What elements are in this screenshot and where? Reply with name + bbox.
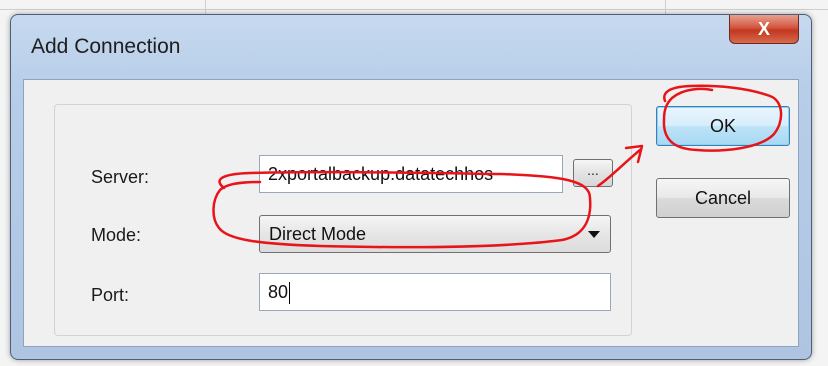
add-connection-dialog: Add Connection X Server: 2xportalbackup.…	[10, 14, 812, 360]
browse-server-button[interactable]: ...	[573, 159, 613, 187]
mode-select[interactable]: Direct Mode	[259, 215, 611, 253]
server-label: Server:	[91, 167, 150, 187]
server-input[interactable]: 2xportalbackup.datatechhos	[259, 155, 563, 193]
port-input[interactable]: 80	[259, 273, 611, 311]
port-input-value: 80	[268, 282, 289, 302]
port-label: Port:	[91, 285, 130, 305]
connection-groupbox: Server: 2xportalbackup.datatechhos ... M…	[54, 104, 632, 336]
dialog-title: Add Connection	[31, 35, 181, 58]
text-caret	[289, 282, 291, 305]
background-divider	[205, 0, 206, 14]
cancel-button[interactable]: Cancel	[656, 178, 790, 218]
chevron-down-icon[interactable]	[588, 231, 600, 238]
mode-select-value: Direct Mode	[269, 224, 367, 244]
background-divider	[0, 9, 828, 10]
server-input-value: 2xportalbackup.datatechhos	[268, 164, 494, 184]
dialog-client-area: Server: 2xportalbackup.datatechhos ... M…	[23, 79, 799, 347]
ok-button[interactable]: OK	[656, 106, 790, 146]
background-divider	[665, 0, 666, 14]
mode-label: Mode:	[91, 225, 142, 245]
close-icon: X	[757, 18, 770, 39]
close-button[interactable]: X	[729, 15, 799, 44]
